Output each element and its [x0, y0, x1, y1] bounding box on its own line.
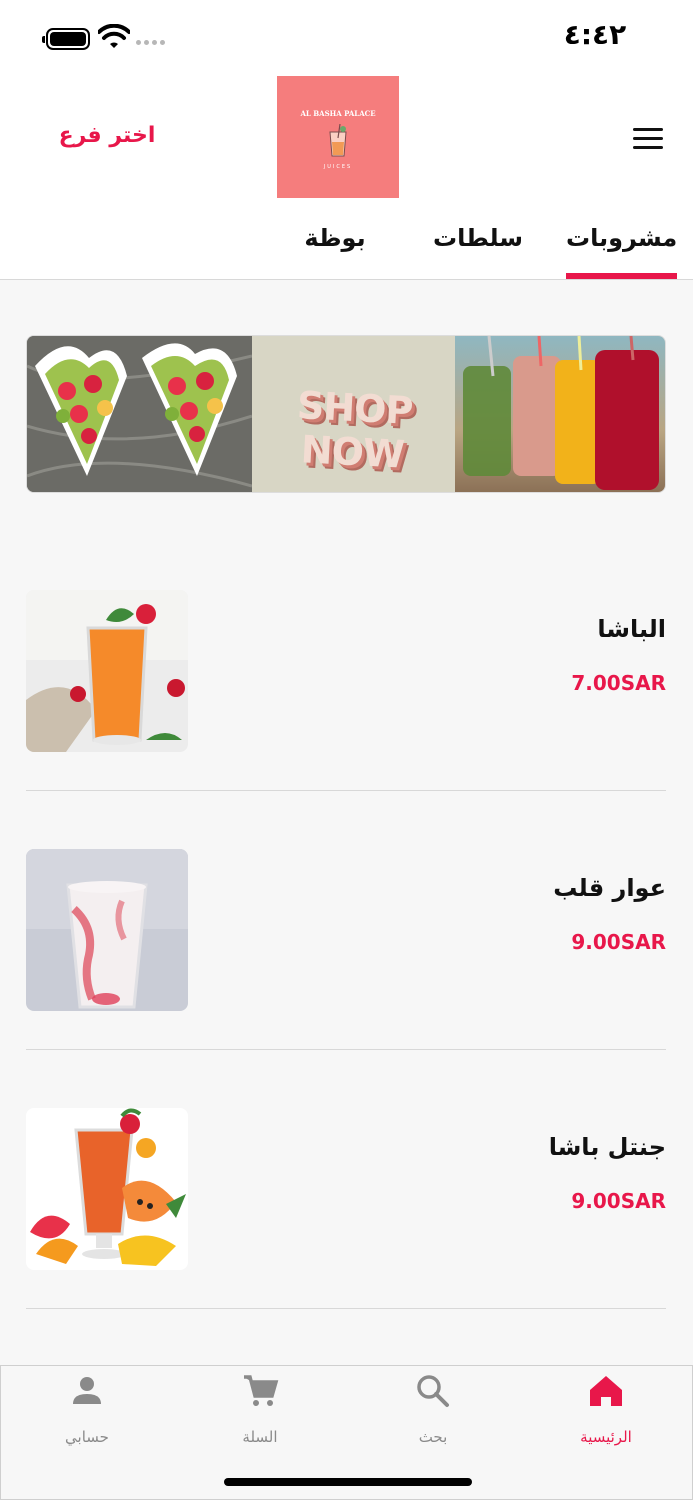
signal-dots-icon	[136, 40, 170, 48]
category-tabs: مشروبات سلطات بوظة	[0, 216, 693, 280]
product-item[interactable]: عوار قلب 9.00SAR	[0, 849, 693, 1108]
home-indicator	[224, 1478, 472, 1486]
battery-icon	[42, 28, 90, 50]
divider	[26, 1049, 666, 1050]
nav-search[interactable]: بحث	[378, 1372, 488, 1452]
wifi-icon	[98, 24, 130, 48]
logo-subtitle: JUICES	[323, 164, 353, 170]
app-header: اختر فرع AL BASHA PALACE JUICES	[0, 76, 693, 216]
status-time: ٤:٤٢	[563, 18, 627, 51]
product-name: جنتل باشا	[548, 1133, 666, 1161]
product-price: 9.00SAR	[571, 1189, 666, 1213]
nav-home[interactable]: الرئيسية	[551, 1372, 661, 1452]
active-tab-indicator	[566, 273, 677, 279]
divider	[26, 790, 666, 791]
shop-now-panel: SHOP NOW	[252, 336, 455, 492]
product-name: عوار قلب	[553, 874, 666, 902]
tab-salads[interactable]: سلطات	[428, 224, 528, 260]
divider	[26, 1308, 666, 1309]
product-item[interactable]: جنتل باشا 9.00SAR	[0, 1108, 693, 1367]
status-bar: ٤:٤٢	[0, 0, 693, 76]
product-item[interactable]: الباشا 7.00SAR	[0, 590, 693, 849]
hamburger-menu-icon[interactable]	[628, 124, 668, 154]
nav-label: بحث	[418, 1428, 448, 1446]
strawberry-milk-image	[26, 849, 188, 1011]
person-icon	[73, 1377, 101, 1404]
home-icon	[590, 1376, 622, 1406]
logo-title: AL BASHA PALACE	[300, 109, 376, 118]
select-branch-button[interactable]: اختر فرع	[52, 123, 162, 155]
cart-icon	[244, 1375, 279, 1406]
promo-banner[interactable]: SHOP NOW	[26, 335, 666, 493]
tab-drinks[interactable]: مشروبات	[566, 224, 677, 260]
product-price: 7.00SAR	[571, 671, 666, 695]
nav-label: الرئيسية	[580, 1428, 632, 1446]
product-price: 9.00SAR	[571, 930, 666, 954]
nav-label: السلة	[242, 1428, 278, 1446]
juice-cup-icon	[329, 124, 347, 157]
nav-cart[interactable]: السلة	[205, 1372, 315, 1452]
bottom-navigation: حسابي السلة بحث الرئيسية	[0, 1365, 693, 1500]
nav-label: حسابي	[65, 1428, 109, 1446]
fruit-bowls-image	[27, 336, 253, 492]
product-name: الباشا	[597, 615, 666, 643]
orange-juice-image	[26, 590, 188, 752]
papaya-juice-image	[26, 1108, 188, 1270]
shop-now-text: SHOP NOW	[295, 383, 414, 477]
brand-logo: AL BASHA PALACE JUICES	[277, 76, 399, 198]
nav-my-account[interactable]: حسابي	[32, 1372, 142, 1452]
juice-jars-image	[455, 336, 665, 492]
tab-ice-cream[interactable]: بوظة	[290, 224, 380, 260]
search-icon	[417, 1375, 449, 1407]
